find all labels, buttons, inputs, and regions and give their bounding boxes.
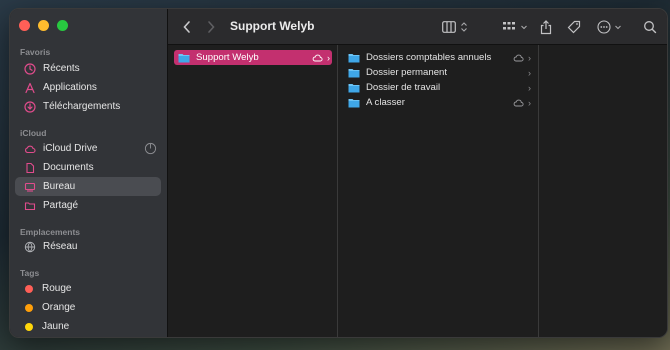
section-title-icloud: iCloud bbox=[20, 128, 47, 138]
chevron-right-icon: › bbox=[528, 52, 531, 63]
column-1: Support Welyb › bbox=[168, 45, 338, 337]
tag-dot-icon bbox=[25, 303, 33, 312]
ellipsis-circle-icon bbox=[597, 20, 611, 34]
folder-row-dossier-de-travail[interactable]: Dossier de travail › bbox=[344, 80, 533, 95]
folder-icon bbox=[348, 53, 360, 63]
folder-icon bbox=[348, 98, 360, 108]
sidebar-item-label: Jaune bbox=[42, 321, 70, 332]
folder-row-a-classer[interactable]: A classer › bbox=[344, 95, 533, 110]
sidebar-item-label: Partagé bbox=[43, 200, 79, 211]
sidebar-item-downloads[interactable]: Téléchargements bbox=[15, 97, 161, 116]
share-icon bbox=[540, 19, 552, 34]
folder-name: Support Welyb bbox=[196, 52, 259, 63]
section-title-locations: Emplacements bbox=[20, 227, 80, 237]
zoom-button[interactable] bbox=[57, 20, 68, 31]
window-controls bbox=[19, 20, 68, 31]
download-icon bbox=[23, 100, 37, 114]
desktop-icon bbox=[23, 180, 37, 194]
column-browser: Support Welyb › Dossiers comptables annu… bbox=[168, 45, 667, 337]
sidebar-item-icloud-drive[interactable]: iCloud Drive bbox=[15, 139, 161, 158]
sidebar-item-documents[interactable]: Documents bbox=[15, 158, 161, 177]
sidebar-item-label: Orange bbox=[42, 302, 76, 313]
cloud-icon bbox=[513, 54, 524, 61]
tag-dot-icon bbox=[25, 284, 33, 293]
column-3 bbox=[539, 45, 667, 337]
clock-icon bbox=[23, 62, 37, 76]
chevron-right-icon: › bbox=[528, 67, 531, 78]
window-title: Support Welyb bbox=[230, 19, 315, 33]
network-icon bbox=[23, 240, 37, 254]
document-icon bbox=[23, 161, 37, 175]
folder-name: A classer bbox=[366, 97, 405, 108]
chevron-right-icon: › bbox=[528, 82, 531, 93]
cloud-icon bbox=[312, 54, 323, 61]
sidebar-item-label: iCloud Drive bbox=[43, 143, 98, 154]
cloud-icon bbox=[23, 142, 37, 156]
shared-folder-icon bbox=[23, 199, 37, 213]
section-title-favorites: Favoris bbox=[20, 47, 51, 57]
toolbar: Support Welyb bbox=[168, 9, 667, 45]
sidebar-item-label: Réseau bbox=[43, 241, 78, 252]
folder-icon bbox=[348, 83, 360, 93]
folder-row-support-welyb[interactable]: Support Welyb › bbox=[174, 50, 332, 65]
section-title-tags: Tags bbox=[20, 268, 40, 278]
folder-row-dossier-permanent[interactable]: Dossier permanent › bbox=[344, 65, 533, 80]
more-actions-button[interactable] bbox=[597, 18, 622, 36]
sidebar-tag-red[interactable]: Rouge bbox=[15, 279, 161, 298]
tag-dot-icon bbox=[25, 322, 33, 331]
sidebar-item-desktop[interactable]: Bureau bbox=[15, 177, 161, 196]
cloud-icon bbox=[513, 99, 524, 106]
sidebar-item-label: Rouge bbox=[42, 283, 72, 294]
chevron-left-icon bbox=[183, 21, 190, 33]
chevron-right-icon bbox=[208, 21, 215, 33]
sidebar-tag-yellow[interactable]: Jaune bbox=[15, 317, 161, 336]
tag-icon bbox=[567, 20, 581, 34]
chevron-down-icon bbox=[521, 25, 527, 30]
columns-view-icon bbox=[442, 21, 456, 33]
folder-row-dossiers-comptables[interactable]: Dossiers comptables annuels › bbox=[344, 50, 533, 65]
chevron-down-icon bbox=[615, 25, 621, 30]
group-button[interactable] bbox=[502, 18, 528, 36]
sidebar-item-applications[interactable]: Applications bbox=[15, 78, 161, 97]
applications-icon bbox=[23, 81, 37, 95]
chevron-right-icon: › bbox=[528, 97, 531, 108]
tags-button[interactable] bbox=[567, 18, 581, 36]
sidebar-item-label: Récents bbox=[43, 63, 80, 74]
sidebar-item-label: Documents bbox=[43, 162, 94, 173]
minimize-button[interactable] bbox=[38, 20, 49, 31]
folder-name: Dossier de travail bbox=[366, 82, 441, 93]
search-icon bbox=[644, 21, 657, 34]
sidebar-item-label: Bureau bbox=[43, 181, 76, 192]
sidebar-item-recents[interactable]: Récents bbox=[15, 59, 161, 78]
sidebar-item-shared[interactable]: Partagé bbox=[15, 196, 161, 215]
chevron-updown-icon bbox=[461, 22, 467, 32]
folder-name: Dossier permanent bbox=[366, 67, 448, 78]
grid-icon bbox=[503, 22, 515, 30]
sidebar-item-label: Téléchargements bbox=[43, 101, 121, 112]
forward-button[interactable] bbox=[206, 18, 216, 36]
folder-icon bbox=[348, 68, 360, 78]
column-2: Dossiers comptables annuels › Dossier pe… bbox=[338, 45, 539, 337]
chevron-right-icon: › bbox=[327, 52, 330, 63]
finder-window: Favoris Récents Applications Téléchargem… bbox=[9, 8, 668, 338]
search-button[interactable] bbox=[643, 18, 657, 36]
share-button[interactable] bbox=[540, 18, 552, 36]
sidebar-item-network[interactable]: Réseau bbox=[15, 237, 161, 256]
sidebar-tag-orange[interactable]: Orange bbox=[15, 298, 161, 317]
folder-icon bbox=[178, 53, 190, 63]
sidebar: Favoris Récents Applications Téléchargem… bbox=[10, 9, 168, 337]
view-mode-button[interactable] bbox=[442, 18, 468, 36]
close-button[interactable] bbox=[19, 20, 30, 31]
sync-progress-icon bbox=[144, 142, 157, 155]
folder-name: Dossiers comptables annuels bbox=[366, 52, 492, 63]
back-button[interactable] bbox=[182, 18, 192, 36]
sidebar-item-label: Applications bbox=[43, 82, 97, 93]
